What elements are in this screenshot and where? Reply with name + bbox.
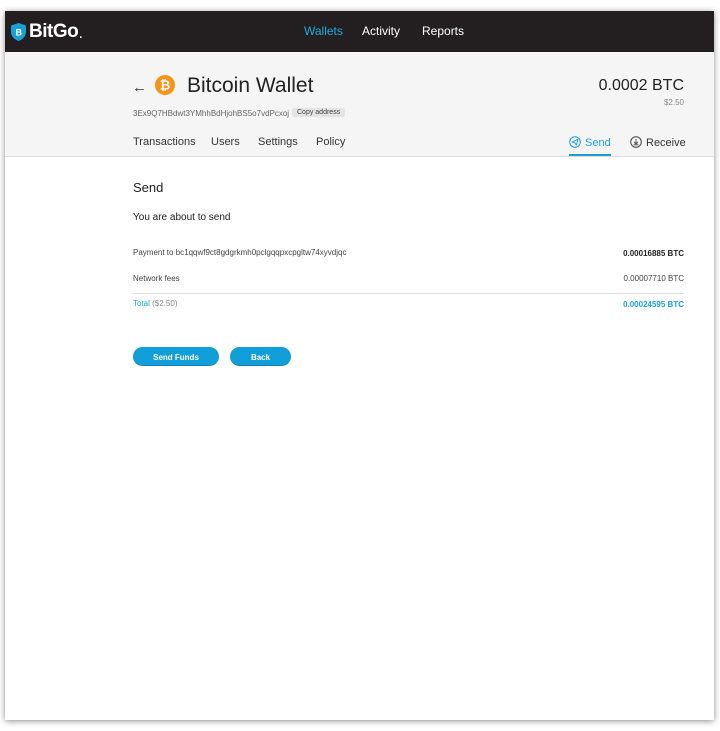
paper-plane-icon — [569, 136, 581, 148]
receive-icon — [630, 136, 642, 148]
wallet-balance-usd: $2.50 — [663, 98, 684, 107]
tab-send-label: Send — [585, 137, 611, 149]
send-subtitle: You are about to send — [133, 212, 231, 223]
back-arrow-icon[interactable]: ← — [132, 79, 147, 96]
tab-receive-label: Receive — [646, 137, 686, 149]
app-window: B BitGo. Wallets Activity Reports ← ₿ Bi… — [5, 11, 714, 720]
send-title: Send — [133, 180, 164, 195]
nav-item-activity[interactable]: Activity — [362, 24, 400, 38]
copy-address-button[interactable]: Copy address — [292, 108, 346, 117]
total-usd: ($2.50) — [152, 299, 178, 308]
tab-settings[interactable]: Settings — [258, 136, 298, 148]
svg-text:₿: ₿ — [160, 79, 171, 94]
wallet-balance: 0.0002 BTC — [598, 77, 684, 94]
tab-send[interactable]: Send — [569, 136, 611, 149]
tab-transactions[interactable]: Transactions — [133, 136, 196, 148]
total-label: Total — [133, 299, 150, 308]
total-value: 0.00024595 BTC — [623, 300, 684, 309]
fees-label: Network fees — [133, 274, 180, 283]
top-navigation-bar: B BitGo. Wallets Activity Reports — [5, 11, 714, 52]
tab-send-underline — [569, 154, 611, 156]
wallet-address: 3Ex9Q7HBdwt3YMhhBdHjohBS5o7vdPcxoj — [133, 109, 290, 118]
nav-item-wallets[interactable]: Wallets — [304, 24, 343, 38]
total-row-label: Total ($2.50) — [133, 299, 178, 308]
nav-item-reports[interactable]: Reports — [422, 24, 464, 38]
back-button[interactable]: Back — [230, 347, 291, 366]
fees-value: 0.00007710 BTC — [623, 274, 685, 283]
wallet-title: Bitcoin Wallet — [187, 74, 314, 97]
send-funds-button[interactable]: Send Funds — [133, 347, 219, 366]
main-nav: Wallets Activity Reports — [5, 24, 714, 40]
payment-value: 0.00016885 BTC — [623, 249, 684, 258]
bitcoin-icon: ₿ — [155, 75, 175, 95]
tab-receive[interactable]: Receive — [630, 136, 686, 149]
tab-policy[interactable]: Policy — [316, 136, 345, 148]
tab-users[interactable]: Users — [211, 136, 240, 148]
summary-divider — [133, 293, 684, 294]
payment-label: Payment to bc1qqwf9ct8gdgrkmh0pclgqqpxcp… — [133, 248, 347, 257]
